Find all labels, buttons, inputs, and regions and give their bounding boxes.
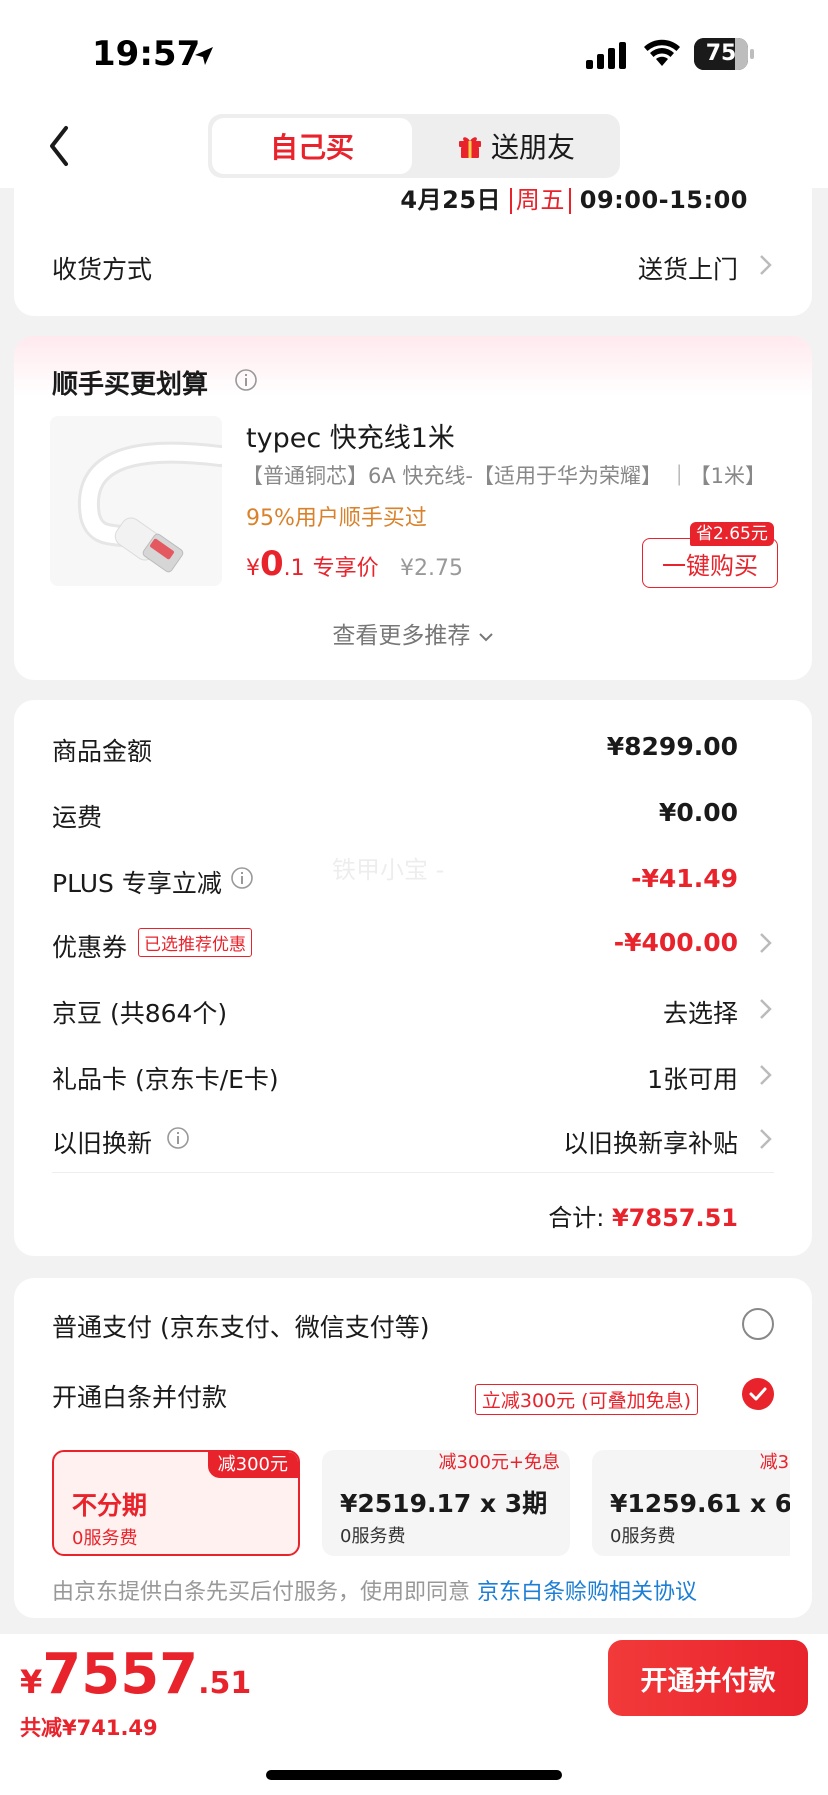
final-price-currency: ¥ <box>20 1663 43 1701</box>
baitiao-agreement: 由京东提供白条先买后付服务，使用即同意 京东白条赊购相关协议 <box>52 1574 697 1606</box>
usb-c-cable-image <box>77 441 222 573</box>
price-currency: ¥ <box>246 556 260 581</box>
chevron-down-icon <box>478 633 493 642</box>
row-gift-card-label: 礼品卡 (京东卡/E卡) <box>52 1065 279 1094</box>
row-shipping-label: 运费 <box>52 803 103 832</box>
final-price-integer: 7557 <box>42 1642 199 1707</box>
total-amount: ¥7857.51 <box>611 1204 738 1232</box>
row-coupon-value[interactable]: -¥400.00 <box>614 928 738 957</box>
info-icon[interactable] <box>234 368 258 392</box>
wifi-icon <box>644 39 680 66</box>
cellular-signal-icon <box>586 42 626 69</box>
more-recommendations-button[interactable]: 查看更多推荐 <box>14 616 812 650</box>
row-shipping-value: ¥0.00 <box>658 798 738 827</box>
row-goods-amount-label: 商品金额 <box>52 737 153 766</box>
baitiao-promo-tag: 立减300元 (可叠加免息) <box>474 1384 698 1415</box>
addon-card: 顺手买更划算 typec 快充线1米 【普通铜芯】6A 快充线-【适用于华为荣耀… <box>14 336 812 680</box>
row-coupon-label: 优惠券 <box>52 933 128 962</box>
watermark: 铁甲小宝 - <box>332 856 445 884</box>
location-arrow-icon <box>195 47 213 65</box>
row-plus-discount-value: -¥41.49 <box>631 864 738 893</box>
save-badge: 省2.65元 <box>690 522 774 546</box>
plan-title: 不分期 <box>72 1491 148 1520</box>
checkout-bar: ¥7557.51 共减¥741.49 开通并付款 <box>0 1634 828 1795</box>
original-price: ¥2.75 <box>400 556 463 581</box>
home-indicator[interactable] <box>266 1770 562 1780</box>
plan-fee: 0服务费 <box>340 1526 406 1547</box>
tab-send-to-friend[interactable]: 送朋友 <box>416 118 616 174</box>
tab-send-to-friend-label: 送朋友 <box>490 131 575 164</box>
row-trade-in-label: 以旧换新 <box>52 1129 153 1158</box>
back-button[interactable] <box>40 122 80 170</box>
chevron-right-icon <box>760 1065 772 1085</box>
delivery-method-label: 收货方式 <box>52 255 153 284</box>
total-savings: 共减¥741.49 <box>20 1716 158 1740</box>
delivery-method-value[interactable]: 送货上门 <box>638 250 738 286</box>
product-price: ¥0.1 专享价 <box>246 544 379 584</box>
checkmark-icon <box>749 1387 767 1401</box>
agreement-text: 由京东提供白条先买后付服务，使用即同意 <box>52 1580 477 1605</box>
battery-level: 75 <box>705 41 737 66</box>
chevron-right-icon <box>760 255 772 275</box>
more-recommendations-label: 查看更多推荐 <box>332 623 471 649</box>
product-spec: 【普通铜芯】6A 快充线-【适用于华为荣耀】 ｜【1米】 <box>242 464 767 488</box>
final-price-decimal: .51 <box>198 1666 252 1701</box>
coupon-selected-tag: 已选推荐优惠 <box>138 928 252 957</box>
agreement-link[interactable]: 京东白条赊购相关协议 <box>477 1580 697 1605</box>
plan-no-installment[interactable]: 减300元 不分期 0服务费 <box>52 1450 300 1556</box>
normal-payment-label[interactable]: 普通支付 (京东支付、微信支付等) <box>52 1308 429 1344</box>
purchase-mode-switch: 自己买 送朋友 <box>208 114 620 178</box>
chevron-right-icon <box>760 999 772 1019</box>
plan-fee: 0服务费 <box>610 1526 676 1547</box>
delivery-weekday: 周五 <box>509 186 571 214</box>
normal-payment-radio[interactable] <box>742 1308 774 1340</box>
info-icon[interactable] <box>230 866 254 890</box>
baitiao-payment-radio[interactable] <box>742 1378 774 1410</box>
plan-fee: 0服务费 <box>72 1528 138 1549</box>
social-proof: 95%用户顺手买过 <box>246 506 427 531</box>
row-trade-in-value[interactable]: 以旧换新享补贴 <box>563 1124 738 1160</box>
price-integer: 0 <box>260 544 284 584</box>
battery-icon: 75 <box>694 38 754 70</box>
installment-plans: 减300元 不分期 0服务费 减300元+免息 ¥2519.17 x 3期 0服… <box>52 1450 790 1560</box>
delivery-date: 4月25日 <box>400 186 502 214</box>
row-jingdou-value[interactable]: 去选择 <box>663 994 738 1030</box>
top-bar: 19:57 75 自己买 送朋友 <box>0 0 828 188</box>
row-gift-card-value[interactable]: 1张可用 <box>647 1060 738 1096</box>
delivery-time-range: 09:00-15:00 <box>579 186 748 214</box>
plan-title: ¥2519.17 x 3期 <box>340 1489 548 1518</box>
baitiao-payment-label[interactable]: 开通白条并付款 <box>52 1378 227 1414</box>
total-label: 合计: <box>548 1204 605 1232</box>
row-jingdou-label: 京豆 (共864个) <box>52 999 228 1028</box>
plan-badge: 减300元 <box>759 1452 790 1473</box>
row-plus-discount-label: PLUS 专享立减 <box>52 869 222 898</box>
row-goods-amount-value: ¥8299.00 <box>606 732 738 761</box>
plan-6-installments[interactable]: 减300元 ¥1259.61 x 6期 0服务费 <box>592 1450 790 1556</box>
order-total: 合计: ¥7857.51 <box>548 1198 738 1233</box>
price-summary-card: 商品金额 ¥8299.00 运费 ¥0.00 PLUS 专享立减 -¥41.49… <box>14 700 812 1256</box>
final-price: ¥7557.51 <box>20 1642 251 1707</box>
chevron-right-icon <box>760 1129 772 1149</box>
product-image[interactable] <box>50 416 222 586</box>
plan-badge: 减300元 <box>207 1452 298 1478</box>
plan-badge: 减300元+免息 <box>438 1452 560 1473</box>
tab-buy-for-self[interactable]: 自己买 <box>212 118 412 174</box>
divider <box>52 1172 774 1173</box>
addon-title: 顺手买更划算 <box>52 370 209 400</box>
product-name[interactable]: typec 快充线1米 <box>246 416 455 455</box>
status-time: 19:57 <box>92 34 201 74</box>
price-decimal: .1 <box>283 556 305 581</box>
payment-card: 普通支付 (京东支付、微信支付等) 开通白条并付款 立减300元 (可叠加免息)… <box>14 1278 812 1618</box>
open-and-pay-button[interactable]: 开通并付款 <box>608 1640 808 1716</box>
gift-icon <box>458 137 481 158</box>
plan-3-installments[interactable]: 减300元+免息 ¥2519.17 x 3期 0服务费 <box>322 1450 570 1556</box>
chevron-right-icon <box>760 933 772 953</box>
plan-title: ¥1259.61 x 6期 <box>610 1489 790 1518</box>
price-tag: 专享价 <box>312 556 379 581</box>
info-icon[interactable] <box>166 1126 190 1150</box>
